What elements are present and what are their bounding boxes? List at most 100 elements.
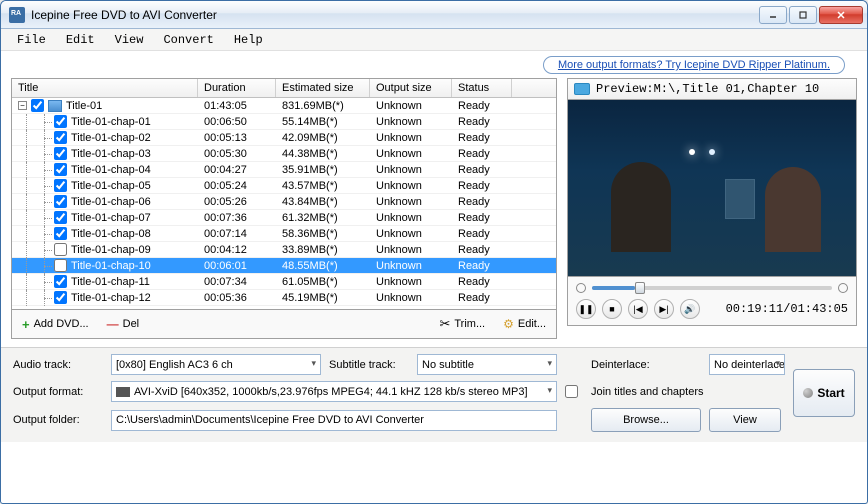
trim-button[interactable]: ✂Trim... [435,314,489,334]
table-row[interactable]: Title-01-chap-06 00:05:26 43.84MB(*) Unk… [12,194,556,210]
pause-button[interactable]: ❚❚ [576,299,596,319]
add-dvd-button[interactable]: +Add DVD... [18,315,93,334]
promo-link[interactable]: More output formats? Try Icepine DVD Rip… [543,56,845,74]
col-status[interactable]: Status [452,79,512,97]
row-est: 42.09MB(*) [276,132,370,144]
marker-start[interactable] [576,283,586,293]
minimize-button[interactable] [759,6,787,24]
row-status: Ready [452,196,512,208]
audio-track-select[interactable]: [0x80] English AC3 6 ch [111,354,321,375]
join-label: Join titles and chapters [591,386,785,398]
row-checkbox[interactable] [54,291,67,304]
row-duration: 00:04:12 [198,244,276,256]
browse-button[interactable]: Browse... [591,408,701,432]
col-output[interactable]: Output size [370,79,452,97]
row-est: 33.89MB(*) [276,244,370,256]
row-checkbox[interactable] [54,179,67,192]
table-row[interactable]: Title-01-chap-08 00:07:14 58.36MB(*) Unk… [12,226,556,242]
deinterlace-select[interactable]: No deinterlace [709,354,785,375]
row-status: Ready [452,164,512,176]
table-row[interactable]: Title-01-chap-02 00:05:13 42.09MB(*) Unk… [12,130,556,146]
view-button[interactable]: View [709,408,781,432]
table-row[interactable]: Title-01-chap-09 00:04:12 33.89MB(*) Unk… [12,242,556,258]
start-button[interactable]: Start [793,369,855,417]
row-checkbox[interactable] [54,163,67,176]
menu-view[interactable]: View [105,30,154,50]
subtitle-track-select[interactable]: No subtitle [417,354,557,375]
row-duration: 00:05:26 [198,196,276,208]
row-checkbox[interactable] [54,211,67,224]
menu-convert[interactable]: Convert [153,30,223,50]
subtitle-track-label: Subtitle track: [329,359,409,371]
prev-button[interactable]: |◀ [628,299,648,319]
menu-file[interactable]: File [7,30,56,50]
list-toolbar: +Add DVD... —Del ✂Trim... ⚙Edit... [11,310,557,339]
menu-edit[interactable]: Edit [56,30,105,50]
window-title: Icepine Free DVD to AVI Converter [31,8,759,22]
col-estimated[interactable]: Estimated size [276,79,370,97]
progress-slider[interactable] [592,286,832,290]
col-title[interactable]: Title [12,79,198,97]
row-name: Title-01-chap-04 [71,164,151,176]
row-duration: 00:05:13 [198,132,276,144]
table-row[interactable]: Title-01-chap-04 00:04:27 35.91MB(*) Unk… [12,162,556,178]
title-icon [48,100,62,112]
row-checkbox[interactable] [54,147,67,160]
next-button[interactable]: ▶| [654,299,674,319]
titlebar[interactable]: Icepine Free DVD to AVI Converter [1,1,867,29]
row-est: 43.84MB(*) [276,196,370,208]
table-row[interactable]: Title-01-chap-11 00:07:34 61.05MB(*) Unk… [12,274,556,290]
row-checkbox[interactable] [54,131,67,144]
table-row[interactable]: Title-01-chap-07 00:07:36 61.32MB(*) Unk… [12,210,556,226]
marker-end[interactable] [838,283,848,293]
row-est: 48.55MB(*) [276,260,370,272]
edit-button[interactable]: ⚙Edit... [499,315,550,333]
del-button[interactable]: —Del [103,315,144,333]
expand-icon[interactable]: − [18,101,27,110]
row-name: Title-01 [66,100,102,112]
preview-video[interactable] [567,99,857,277]
row-duration: 00:05:24 [198,180,276,192]
maximize-button[interactable] [789,6,817,24]
row-out: Unknown [370,132,452,144]
row-checkbox[interactable] [54,275,67,288]
menu-help[interactable]: Help [224,30,273,50]
table-row[interactable]: Title-01-chap-03 00:05:30 44.38MB(*) Unk… [12,146,556,162]
close-button[interactable] [819,6,863,24]
row-out: Unknown [370,292,452,304]
table-body[interactable]: − Title-01 01:43:05 831.69MB(*) Unknown … [12,98,556,309]
row-checkbox[interactable] [54,195,67,208]
row-out: Unknown [370,212,452,224]
player-controls: ❚❚ ■ |◀ ▶| 🔊 00:19:11/01:43:05 [567,277,857,326]
stop-button[interactable]: ■ [602,299,622,319]
row-out: Unknown [370,244,452,256]
table-row[interactable]: Title-01-chap-10 00:06:01 48.55MB(*) Unk… [12,258,556,274]
row-status: Ready [452,148,512,160]
row-checkbox[interactable] [54,115,67,128]
row-checkbox[interactable] [31,99,44,112]
start-icon [803,388,813,398]
row-duration: 00:07:34 [198,276,276,288]
table-row-root[interactable]: − Title-01 01:43:05 831.69MB(*) Unknown … [12,98,556,114]
scissors-icon: ✂ [439,316,450,332]
col-duration[interactable]: Duration [198,79,276,97]
audio-track-label: Audio track: [13,359,103,371]
join-checkbox[interactable] [565,385,578,398]
row-checkbox[interactable] [54,243,67,256]
output-format-select[interactable]: AVI-XviD [640x352, 1000kb/s,23.976fps MP… [111,381,557,402]
row-out: Unknown [370,196,452,208]
table-row[interactable]: Title-01-chap-05 00:05:24 43.57MB(*) Unk… [12,178,556,194]
row-checkbox[interactable] [54,227,67,240]
output-folder-input[interactable]: C:\Users\admin\Documents\Icepine Free DV… [111,410,557,431]
row-checkbox[interactable] [54,259,67,272]
row-out: Unknown [370,180,452,192]
row-est: 61.05MB(*) [276,276,370,288]
row-status: Ready [452,292,512,304]
volume-button[interactable]: 🔊 [680,299,700,319]
row-duration: 01:43:05 [198,100,276,112]
row-duration: 00:05:30 [198,148,276,160]
table-row[interactable]: Title-01-chap-01 00:06:50 55.14MB(*) Unk… [12,114,556,130]
minus-icon: — [107,317,119,331]
table-row[interactable]: Title-01-chap-12 00:05:36 45.19MB(*) Unk… [12,290,556,306]
row-est: 831.69MB(*) [276,100,370,112]
